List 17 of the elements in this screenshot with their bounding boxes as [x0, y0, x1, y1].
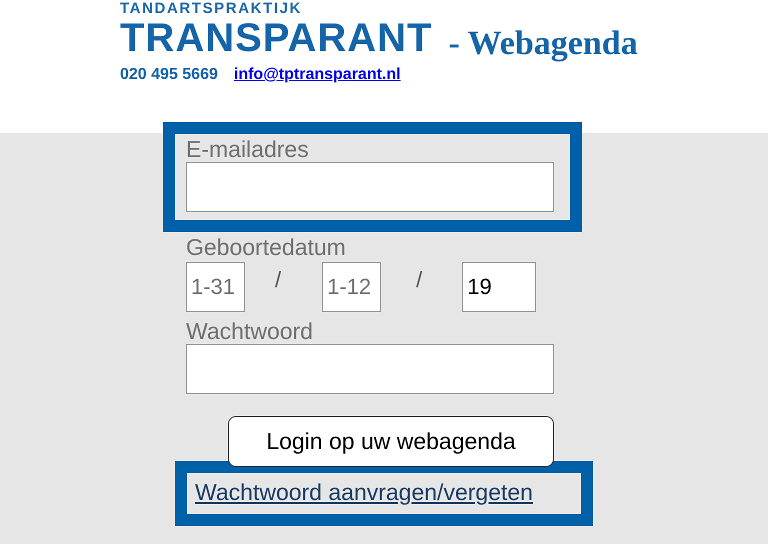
email-link[interactable]: info@tptransparant.nl — [234, 66, 401, 84]
forgot-password-link[interactable]: Wachtwoord aanvragen/vergeten — [195, 479, 533, 505]
brand-subtitle: TANDARTSPRAKTIJK — [120, 0, 302, 17]
field-label: Wachtwoord — [186, 318, 313, 344]
password-field[interactable] — [186, 344, 554, 394]
date-separator: / — [275, 267, 282, 293]
login-button[interactable]: Login op uw webagenda — [228, 416, 554, 467]
phone-number: 020 495 5669 — [120, 66, 218, 84]
page-title: - Webagenda — [448, 24, 638, 64]
field-label: Geboortedatum — [186, 234, 346, 260]
brand-logo: TRANSPARANT — [120, 18, 432, 58]
day-field[interactable]: 1-31 — [186, 262, 245, 312]
year-field[interactable]: 19 — [462, 262, 536, 312]
month-field[interactable]: 1-12 — [322, 262, 382, 312]
email-field[interactable] — [186, 162, 554, 212]
field-label: E-mailadres — [186, 136, 309, 162]
date-separator: / — [416, 267, 422, 293]
